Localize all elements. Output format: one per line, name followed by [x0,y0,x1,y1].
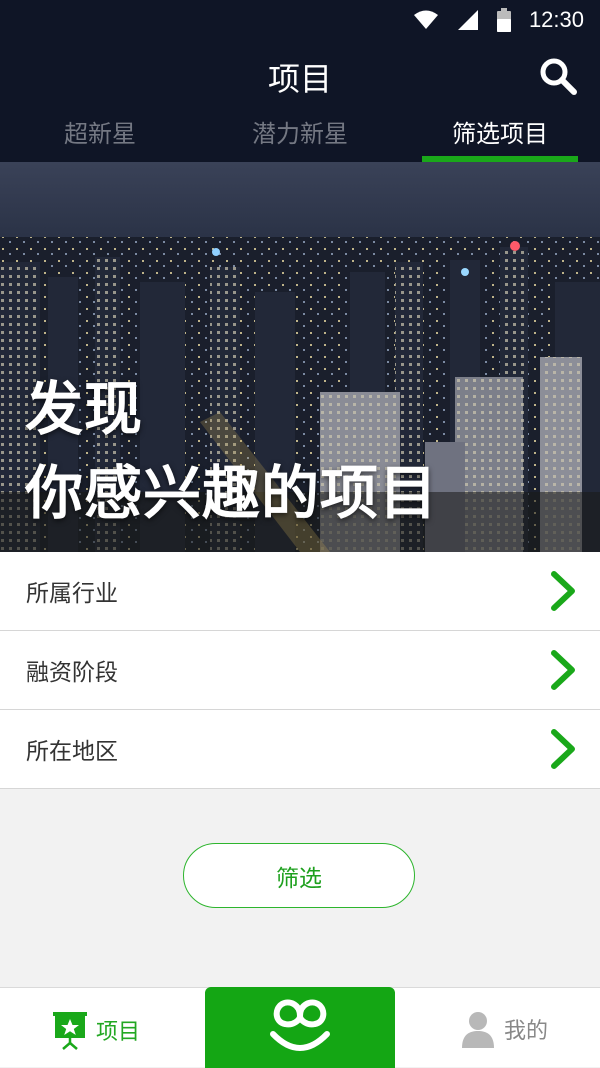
page-title: 项目 [267,60,332,98]
search-icon[interactable] [538,56,578,96]
app-header: 项目 超新星 潜力新星 筛选项目 [0,40,600,162]
bottom-nav: 项目 我的 [0,987,600,1068]
presentation-star-icon [53,1012,87,1050]
wifi-icon [413,10,438,29]
filter-row-region[interactable]: 所在地区 [0,710,600,789]
status-bar: 12:30 [0,0,600,40]
hero-headline: 发现 你感兴趣的项目 [25,367,438,535]
tab-rising-star[interactable]: 潜力新星 [200,100,400,162]
nav-item-mine[interactable]: 我的 [460,1010,548,1048]
hero-line-1: 发现 [25,375,144,443]
nav-center-button[interactable] [205,987,395,1068]
filter-submit-button[interactable]: 筛选 [183,843,415,908]
nav-label-mine: 我的 [504,1019,549,1044]
filter-row-funding-stage[interactable]: 融资阶段 [0,631,600,710]
user-icon [462,1012,494,1048]
smile-logo-icon [270,999,330,1051]
tab-bar: 超新星 潜力新星 筛选项目 [0,100,600,162]
chevron-right-icon [551,650,575,690]
hero-banner: 发现 你感兴趣的项目 [0,162,600,552]
chevron-right-icon [551,729,575,769]
battery-icon [496,8,511,32]
status-time: 12:30 [528,7,584,32]
nav-item-projects[interactable]: 项目 [52,1010,140,1050]
filter-list: 所属行业 融资阶段 所在地区 [0,552,600,789]
filter-row-industry[interactable]: 所属行业 [0,552,600,631]
filter-label: 所属行业 [26,581,118,607]
chevron-right-icon [551,571,575,611]
signal-icon [457,10,478,30]
filter-label: 融资阶段 [26,660,118,686]
nav-label-projects: 项目 [96,1020,141,1045]
tab-filter-projects[interactable]: 筛选项目 [400,100,600,162]
tab-supernova[interactable]: 超新星 [0,100,200,162]
filter-label: 所在地区 [26,739,118,765]
hero-line-2: 你感兴趣的项目 [25,459,439,527]
